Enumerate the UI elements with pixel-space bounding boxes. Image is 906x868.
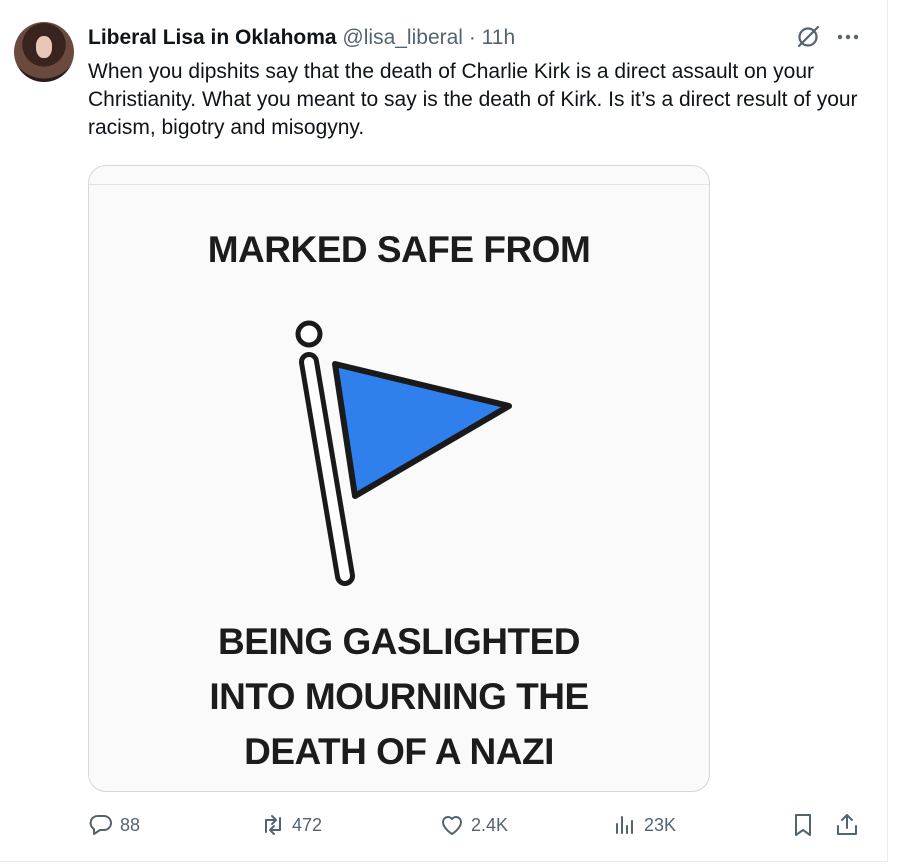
views-icon xyxy=(616,816,633,834)
reply-icon xyxy=(89,815,112,835)
more-icon[interactable] xyxy=(835,24,861,50)
display-name[interactable]: Liberal Lisa in Oklahoma xyxy=(88,26,337,49)
views-count: 23K xyxy=(644,814,677,835)
separator-dot: · xyxy=(468,26,476,49)
grok-icon[interactable] xyxy=(795,24,821,50)
tweet-card[interactable]: Liberal Lisa in Oklahoma @lisa_liberal ·… xyxy=(0,0,888,862)
bookmark-icon xyxy=(795,814,811,836)
handle[interactable]: @lisa_liberal xyxy=(342,26,463,49)
reply-count: 88 xyxy=(120,814,141,835)
tweet-text: When you dipshits say that the death of … xyxy=(88,60,858,139)
bookmark-button[interactable] xyxy=(790,812,816,838)
share-button[interactable] xyxy=(834,812,860,838)
meme-top-text: MARKED SAFE FROM xyxy=(207,229,591,270)
tweet-media-image[interactable]: MARKED SAFE FROM BEING GASLIGHTED INTO M… xyxy=(88,165,710,792)
avatar[interactable] xyxy=(14,22,74,82)
like-button[interactable]: 2.4K xyxy=(439,812,508,838)
image-edge-line xyxy=(89,184,709,185)
repost-icon xyxy=(265,815,281,835)
tweet-top-actions xyxy=(795,24,861,50)
tweet-header: Liberal Lisa in Oklahoma @lisa_liberal ·… xyxy=(88,24,515,52)
meme-bottom-text: BEING GASLIGHTED INTO MOURNING THE DEATH… xyxy=(209,621,589,772)
repost-count: 472 xyxy=(292,814,323,835)
share-icon xyxy=(837,814,857,835)
action-bar: 88 472 2.4K 23K xyxy=(88,812,868,842)
reply-button[interactable]: 88 xyxy=(88,812,140,838)
flag-icon xyxy=(295,320,512,586)
timestamp[interactable]: 11h xyxy=(482,26,515,49)
views-button[interactable]: 23K xyxy=(612,812,676,838)
like-icon xyxy=(442,816,462,835)
repost-button[interactable]: 472 xyxy=(260,812,322,838)
like-count: 2.4K xyxy=(471,814,509,835)
